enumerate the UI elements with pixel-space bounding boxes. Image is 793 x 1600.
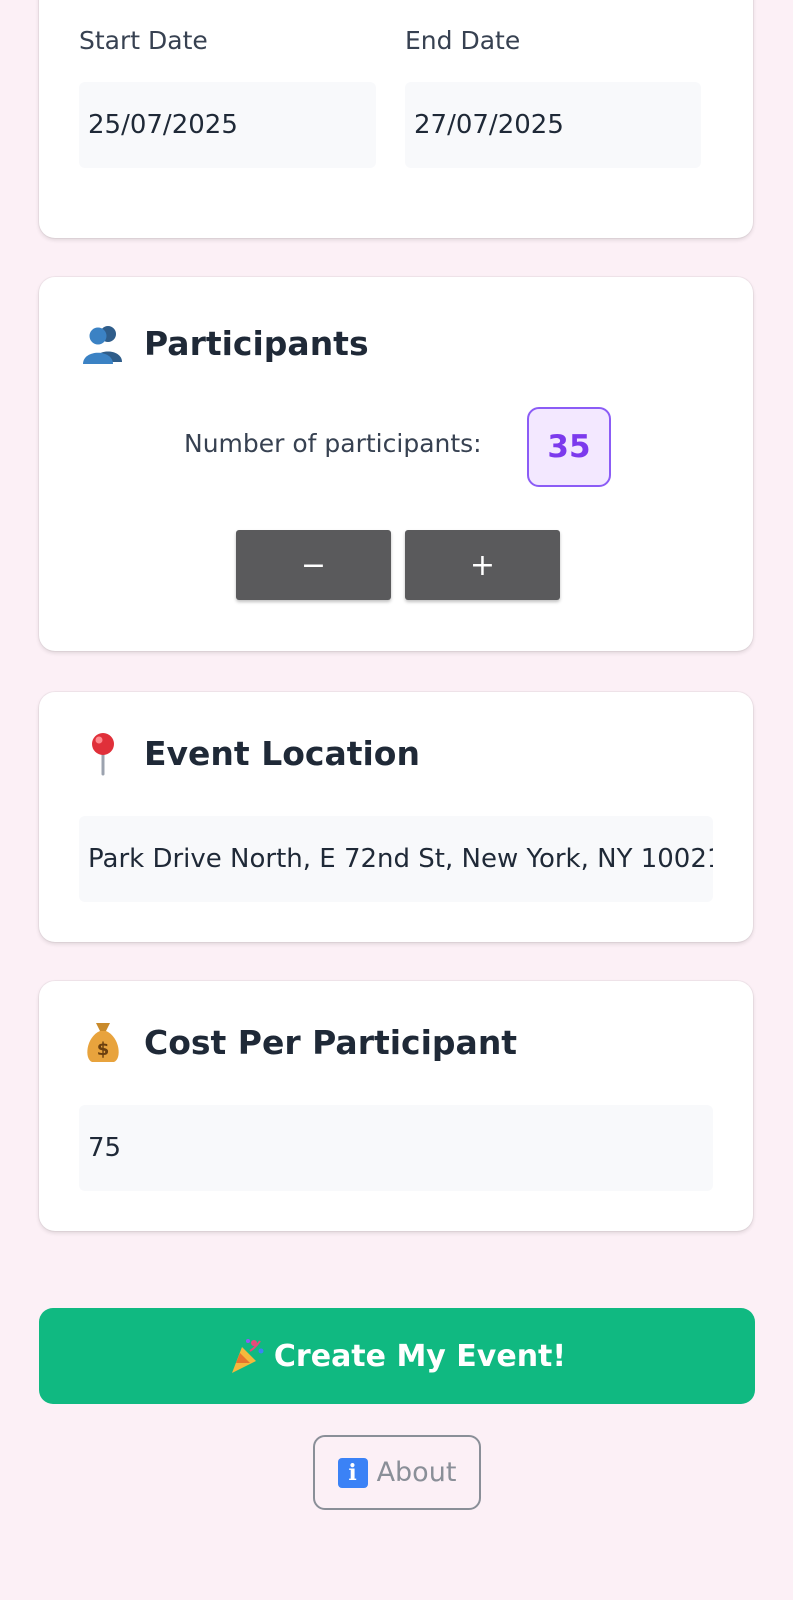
people-icon xyxy=(80,320,126,366)
about-label: About xyxy=(376,1457,457,1488)
cost-title: Cost Per Participant xyxy=(144,1022,518,1062)
location-title: Event Location xyxy=(144,733,420,773)
participants-heading: Participants xyxy=(80,320,369,366)
location-card: Event Location Park Drive North, E 72nd … xyxy=(39,692,753,942)
cost-input[interactable]: 75 xyxy=(79,1105,713,1191)
cost-value: 75 xyxy=(88,1133,122,1163)
create-event-label: Create My Event! xyxy=(273,1338,567,1374)
start-date-value: 25/07/2025 xyxy=(88,110,238,140)
end-date-label: End Date xyxy=(405,26,521,55)
location-input[interactable]: Park Drive North, E 72nd St, New York, N… xyxy=(79,816,713,902)
start-date-label: Start Date xyxy=(79,26,208,55)
cost-heading: $ Cost Per Participant xyxy=(80,1019,517,1065)
participant-count: 35 xyxy=(527,407,611,487)
dates-card: Start Date 25/07/2025 End Date 27/07/202… xyxy=(39,0,753,238)
pin-icon xyxy=(80,730,126,776)
participants-card: Participants Number of participants: 35 … xyxy=(39,277,753,651)
increment-button[interactable]: + xyxy=(405,530,560,600)
end-date-field[interactable]: 27/07/2025 xyxy=(405,82,701,168)
decrement-button[interactable]: − xyxy=(236,530,391,600)
money-bag-icon: $ xyxy=(80,1019,126,1065)
create-event-button[interactable]: Create My Event! xyxy=(39,1308,755,1404)
location-value: Park Drive North, E 72nd St, New York, N… xyxy=(88,844,713,874)
location-heading: Event Location xyxy=(80,730,420,776)
start-date-field[interactable]: 25/07/2025 xyxy=(79,82,376,168)
participants-title: Participants xyxy=(144,323,369,363)
participant-count-label: Number of participants: xyxy=(184,429,482,458)
cost-card: $ Cost Per Participant 75 xyxy=(39,981,753,1231)
svg-text:$: $ xyxy=(97,1039,110,1060)
about-button[interactable]: i About xyxy=(313,1435,481,1510)
end-date-value: 27/07/2025 xyxy=(414,110,564,140)
party-popper-icon xyxy=(228,1337,266,1375)
info-icon: i xyxy=(337,1457,368,1488)
